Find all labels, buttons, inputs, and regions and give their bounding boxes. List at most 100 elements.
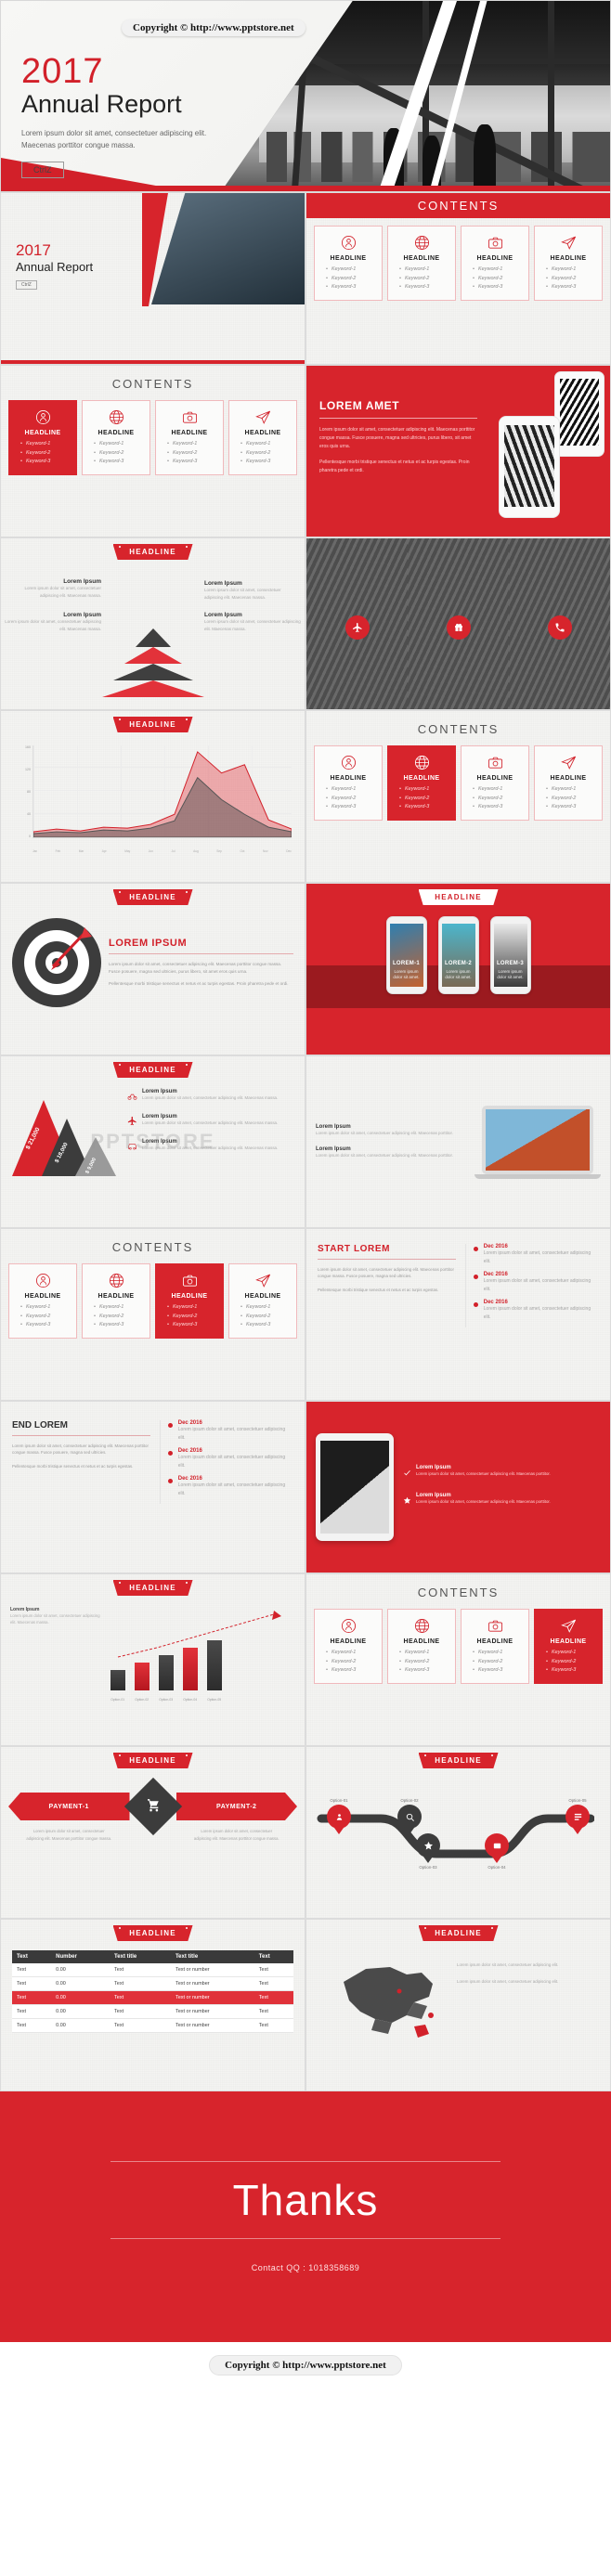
slide-target[interactable]: HEADLINE LOREM IPSUM Lorem ipsum dolor s… bbox=[0, 883, 306, 1055]
contents-card[interactable]: HEADLINE Keyword-1 Keyword-2 Keyword-3 bbox=[387, 226, 456, 301]
slide-pyramid[interactable]: HEADLINE Lorem Ipsum Lorem ipsum dolor s… bbox=[0, 537, 306, 710]
card-headline: HEADLINE bbox=[476, 255, 514, 262]
slide-payment[interactable]: HEADLINE PAYMENT-1 PAYMENT-2 Lorem ipsum… bbox=[0, 1746, 306, 1919]
target-graphic bbox=[12, 918, 101, 1007]
timeline-dot bbox=[167, 1423, 173, 1428]
slide-contents-5[interactable]: CONTENTS HEADLINE Keyword-1 Keyword-2 Ke… bbox=[306, 1573, 611, 1746]
cover-subtitle-line1: Lorem ipsum dolor sit amet, consectetuer… bbox=[21, 128, 207, 137]
contents-card[interactable]: HEADLINE Keyword-1 Keyword-2 Keyword-3 bbox=[461, 226, 529, 301]
slide-contents-4[interactable]: CONTENTS HEADLINE Keyword-1 Keyword-2 Ke… bbox=[0, 1228, 306, 1401]
timeline-text: Lorem ipsum dolor sit amet, consectetuer… bbox=[483, 1250, 592, 1264]
slide-contents-1[interactable]: CONTENTS HEADLINE Keyword-1 Keyword-2 Ke… bbox=[306, 192, 611, 365]
person-icon bbox=[13, 1271, 72, 1289]
table-cell: Text bbox=[110, 1963, 171, 1977]
process-pin[interactable] bbox=[397, 1805, 422, 1829]
slide-pricing[interactable]: HEADLINE $ 21,000 $ 18,000 $ 9,000 Lorem… bbox=[0, 1055, 306, 1228]
process-pin[interactable] bbox=[416, 1833, 440, 1858]
contents-card[interactable]: HEADLINE Keyword-1 Keyword-2 Keyword-3 bbox=[534, 745, 603, 821]
table-header-cell: Number bbox=[51, 1950, 110, 1963]
x-tick: Nov bbox=[262, 849, 268, 853]
laptop-mockup bbox=[474, 1105, 601, 1179]
slide-bar-chart[interactable]: HEADLINE Lorem Ipsum Lorem ipsum dolor s… bbox=[0, 1573, 306, 1746]
x-tick: Sep bbox=[216, 849, 222, 853]
payment-left-arrow[interactable]: PAYMENT-1 bbox=[8, 1793, 130, 1820]
card-keyword: Keyword-1 bbox=[546, 785, 598, 795]
table-cell: 0.00 bbox=[51, 2018, 110, 2033]
slide-tablet[interactable]: Lorem Ipsum Lorem ipsum dolor sit amet, … bbox=[306, 1401, 611, 1573]
ctrlz-button[interactable]: CtrlZ bbox=[21, 161, 64, 178]
contents-card[interactable]: HEADLINE Keyword-1 Keyword-2 Keyword-3 bbox=[8, 1263, 77, 1339]
contents-card[interactable]: HEADLINE Keyword-1 Keyword-2 Keyword-3 bbox=[82, 400, 150, 475]
table-cell: Text or number bbox=[170, 1963, 254, 1977]
slide-laptop[interactable]: Lorem Ipsum Lorem ipsum dolor sit amet, … bbox=[306, 1055, 611, 1228]
mini-ctrlz-button[interactable]: CtrlZ bbox=[16, 280, 37, 290]
contents-card[interactable]: HEADLINE Keyword-1 Keyword-2 Keyword-3 bbox=[461, 745, 529, 821]
timeline-event: Dec 2016 Lorem ipsum dolor sit amet, con… bbox=[167, 1448, 293, 1469]
slide-thanks[interactable]: Thanks Contact QQ : 1018358689 bbox=[0, 2091, 611, 2342]
table-row[interactable]: Text 0.00 Text Text or number Text bbox=[12, 2004, 293, 2019]
slide-map[interactable]: HEADLINE Lorem ipsum dolor sit amet, con… bbox=[306, 1919, 611, 2091]
slide-process[interactable]: HEADLINE Option-01 Option-02 Option-05 O… bbox=[306, 1746, 611, 1919]
slide-mini-cover[interactable]: 2017 Annual Report CtrlZ bbox=[0, 192, 306, 365]
timeline-dot bbox=[473, 1275, 478, 1279]
data-table: Text Number Text title Text title Text T… bbox=[12, 1950, 293, 2033]
contents-card[interactable]: HEADLINE Keyword-1 Keyword-2 Keyword-3 bbox=[534, 226, 603, 301]
contents-card[interactable]: HEADLINE Keyword-1 Keyword-2 Keyword-3 bbox=[228, 1263, 297, 1339]
slide-contents-3[interactable]: CONTENTS HEADLINE Keyword-1 Keyword-2 Ke… bbox=[306, 710, 611, 883]
x-tick: Oct bbox=[240, 849, 245, 853]
contents-card-active[interactable]: HEADLINE Keyword-1 Keyword-2 Keyword-3 bbox=[534, 1609, 603, 1684]
plane-icon bbox=[127, 1114, 137, 1131]
payment-right-arrow[interactable]: PAYMENT-2 bbox=[176, 1793, 297, 1820]
contents-card[interactable]: HEADLINE Keyword-1 Keyword-2 Keyword-3 bbox=[228, 400, 297, 475]
contents-card-active[interactable]: HEADLINE Keyword-1 Keyword-2 Keyword-3 bbox=[155, 1263, 224, 1339]
pyramid-label: Lorem Ipsum bbox=[63, 578, 101, 585]
table-row[interactable]: Text 0.00 Text Text or number Text bbox=[12, 1976, 293, 1991]
phone-mockup[interactable]: LOREM-1 Lorem ipsum dolor sit amet. bbox=[385, 916, 427, 994]
contents-card-active[interactable]: HEADLINE Keyword-1 Keyword-2 Keyword-3 bbox=[387, 745, 456, 821]
table-row[interactable]: Text 0.00 Text Text or number Text bbox=[12, 2018, 293, 2033]
slide-contents-2[interactable]: CONTENTS HEADLINE Keyword-1 Keyword-2 Ke… bbox=[0, 365, 306, 537]
card-keyword: Keyword-2 bbox=[473, 275, 525, 284]
process-pin[interactable] bbox=[327, 1805, 351, 1829]
headline-ribbon: HEADLINE bbox=[418, 1925, 499, 1941]
process-label: Option-02 bbox=[400, 1798, 419, 1803]
thanks-contact: Contact QQ : 1018358689 bbox=[251, 2263, 360, 2272]
photo-cell[interactable] bbox=[408, 538, 509, 709]
timeline-text: Lorem ipsum dolor sit amet, consectetuer… bbox=[483, 1278, 592, 1292]
card-headline: HEADLINE bbox=[24, 1293, 61, 1300]
photo-cell[interactable] bbox=[306, 538, 408, 709]
card-keyword: Keyword-3 bbox=[473, 1666, 525, 1676]
cover-slide[interactable]: Copyright © http://www.pptstore.net 2017… bbox=[0, 0, 611, 192]
contents-card[interactable]: HEADLINE Keyword-1 Keyword-2 Keyword-3 bbox=[82, 1263, 150, 1339]
card-keyword: Keyword-3 bbox=[473, 803, 525, 812]
contents-card[interactable]: HEADLINE Keyword-1 Keyword-2 Keyword-3 bbox=[314, 745, 383, 821]
slide-photo-trio[interactable] bbox=[306, 537, 611, 710]
pyramid-label: Lorem Ipsum bbox=[204, 612, 242, 618]
photo-cell[interactable] bbox=[509, 538, 610, 709]
phone-mockup[interactable]: LOREM-2 Lorem ipsum dolor sit amet. bbox=[437, 916, 479, 994]
contents-card[interactable]: HEADLINE Keyword-1 Keyword-2 Keyword-3 bbox=[155, 400, 224, 475]
timeline-event: Dec 2016 Lorem ipsum dolor sit amet, con… bbox=[167, 1476, 293, 1497]
headline-ribbon: HEADLINE bbox=[418, 889, 499, 905]
contents-card[interactable]: HEADLINE Keyword-1 Keyword-2 Keyword-3 bbox=[387, 1609, 456, 1684]
slide-area-chart[interactable]: HEADLINE 160 120 80 40 0 Jan Feb Mar Apr bbox=[0, 710, 306, 883]
phone-mockup[interactable]: LOREM-3 Lorem ipsum dolor sit amet. bbox=[489, 916, 531, 994]
contents-card[interactable]: HEADLINE Keyword-1 Keyword-2 Keyword-3 bbox=[461, 1609, 529, 1684]
card-keyword: Keyword-3 bbox=[20, 1321, 72, 1330]
contents-card[interactable]: HEADLINE Keyword-1 Keyword-2 Keyword-3 bbox=[314, 226, 383, 301]
contents-card-active[interactable]: HEADLINE Keyword-1 Keyword-2 Keyword-3 bbox=[8, 400, 77, 475]
slide-lorem-amet[interactable]: LOREM AMET Lorem ipsum dolor sit amet, c… bbox=[306, 365, 611, 537]
table-row-highlighted[interactable]: Text 0.00 Text Text or number Text bbox=[12, 1990, 293, 2005]
slide-end-lorem[interactable]: END LOREM Lorem ipsum dolor sit amet, co… bbox=[0, 1401, 306, 1573]
slide-phones[interactable]: HEADLINE LOREM-1 Lorem ipsum dolor sit a… bbox=[306, 883, 611, 1055]
process-label: Option-04 bbox=[488, 1865, 506, 1870]
globe-icon bbox=[392, 1616, 451, 1635]
process-pin[interactable] bbox=[566, 1805, 590, 1829]
process-pin[interactable] bbox=[485, 1833, 509, 1858]
contents-card[interactable]: HEADLINE Keyword-1 Keyword-2 Keyword-3 bbox=[314, 1609, 383, 1684]
slide-start-lorem[interactable]: START LOREM Lorem ipsum dolor sit amet, … bbox=[306, 1228, 611, 1401]
headline-ribbon: HEADLINE bbox=[418, 1753, 499, 1768]
slide-table[interactable]: HEADLINE Text Number Text title Text tit… bbox=[0, 1919, 306, 2091]
card-keyword: Keyword-3 bbox=[546, 283, 598, 292]
table-row[interactable]: Text 0.00 Text Text or number Text bbox=[12, 1963, 293, 1977]
